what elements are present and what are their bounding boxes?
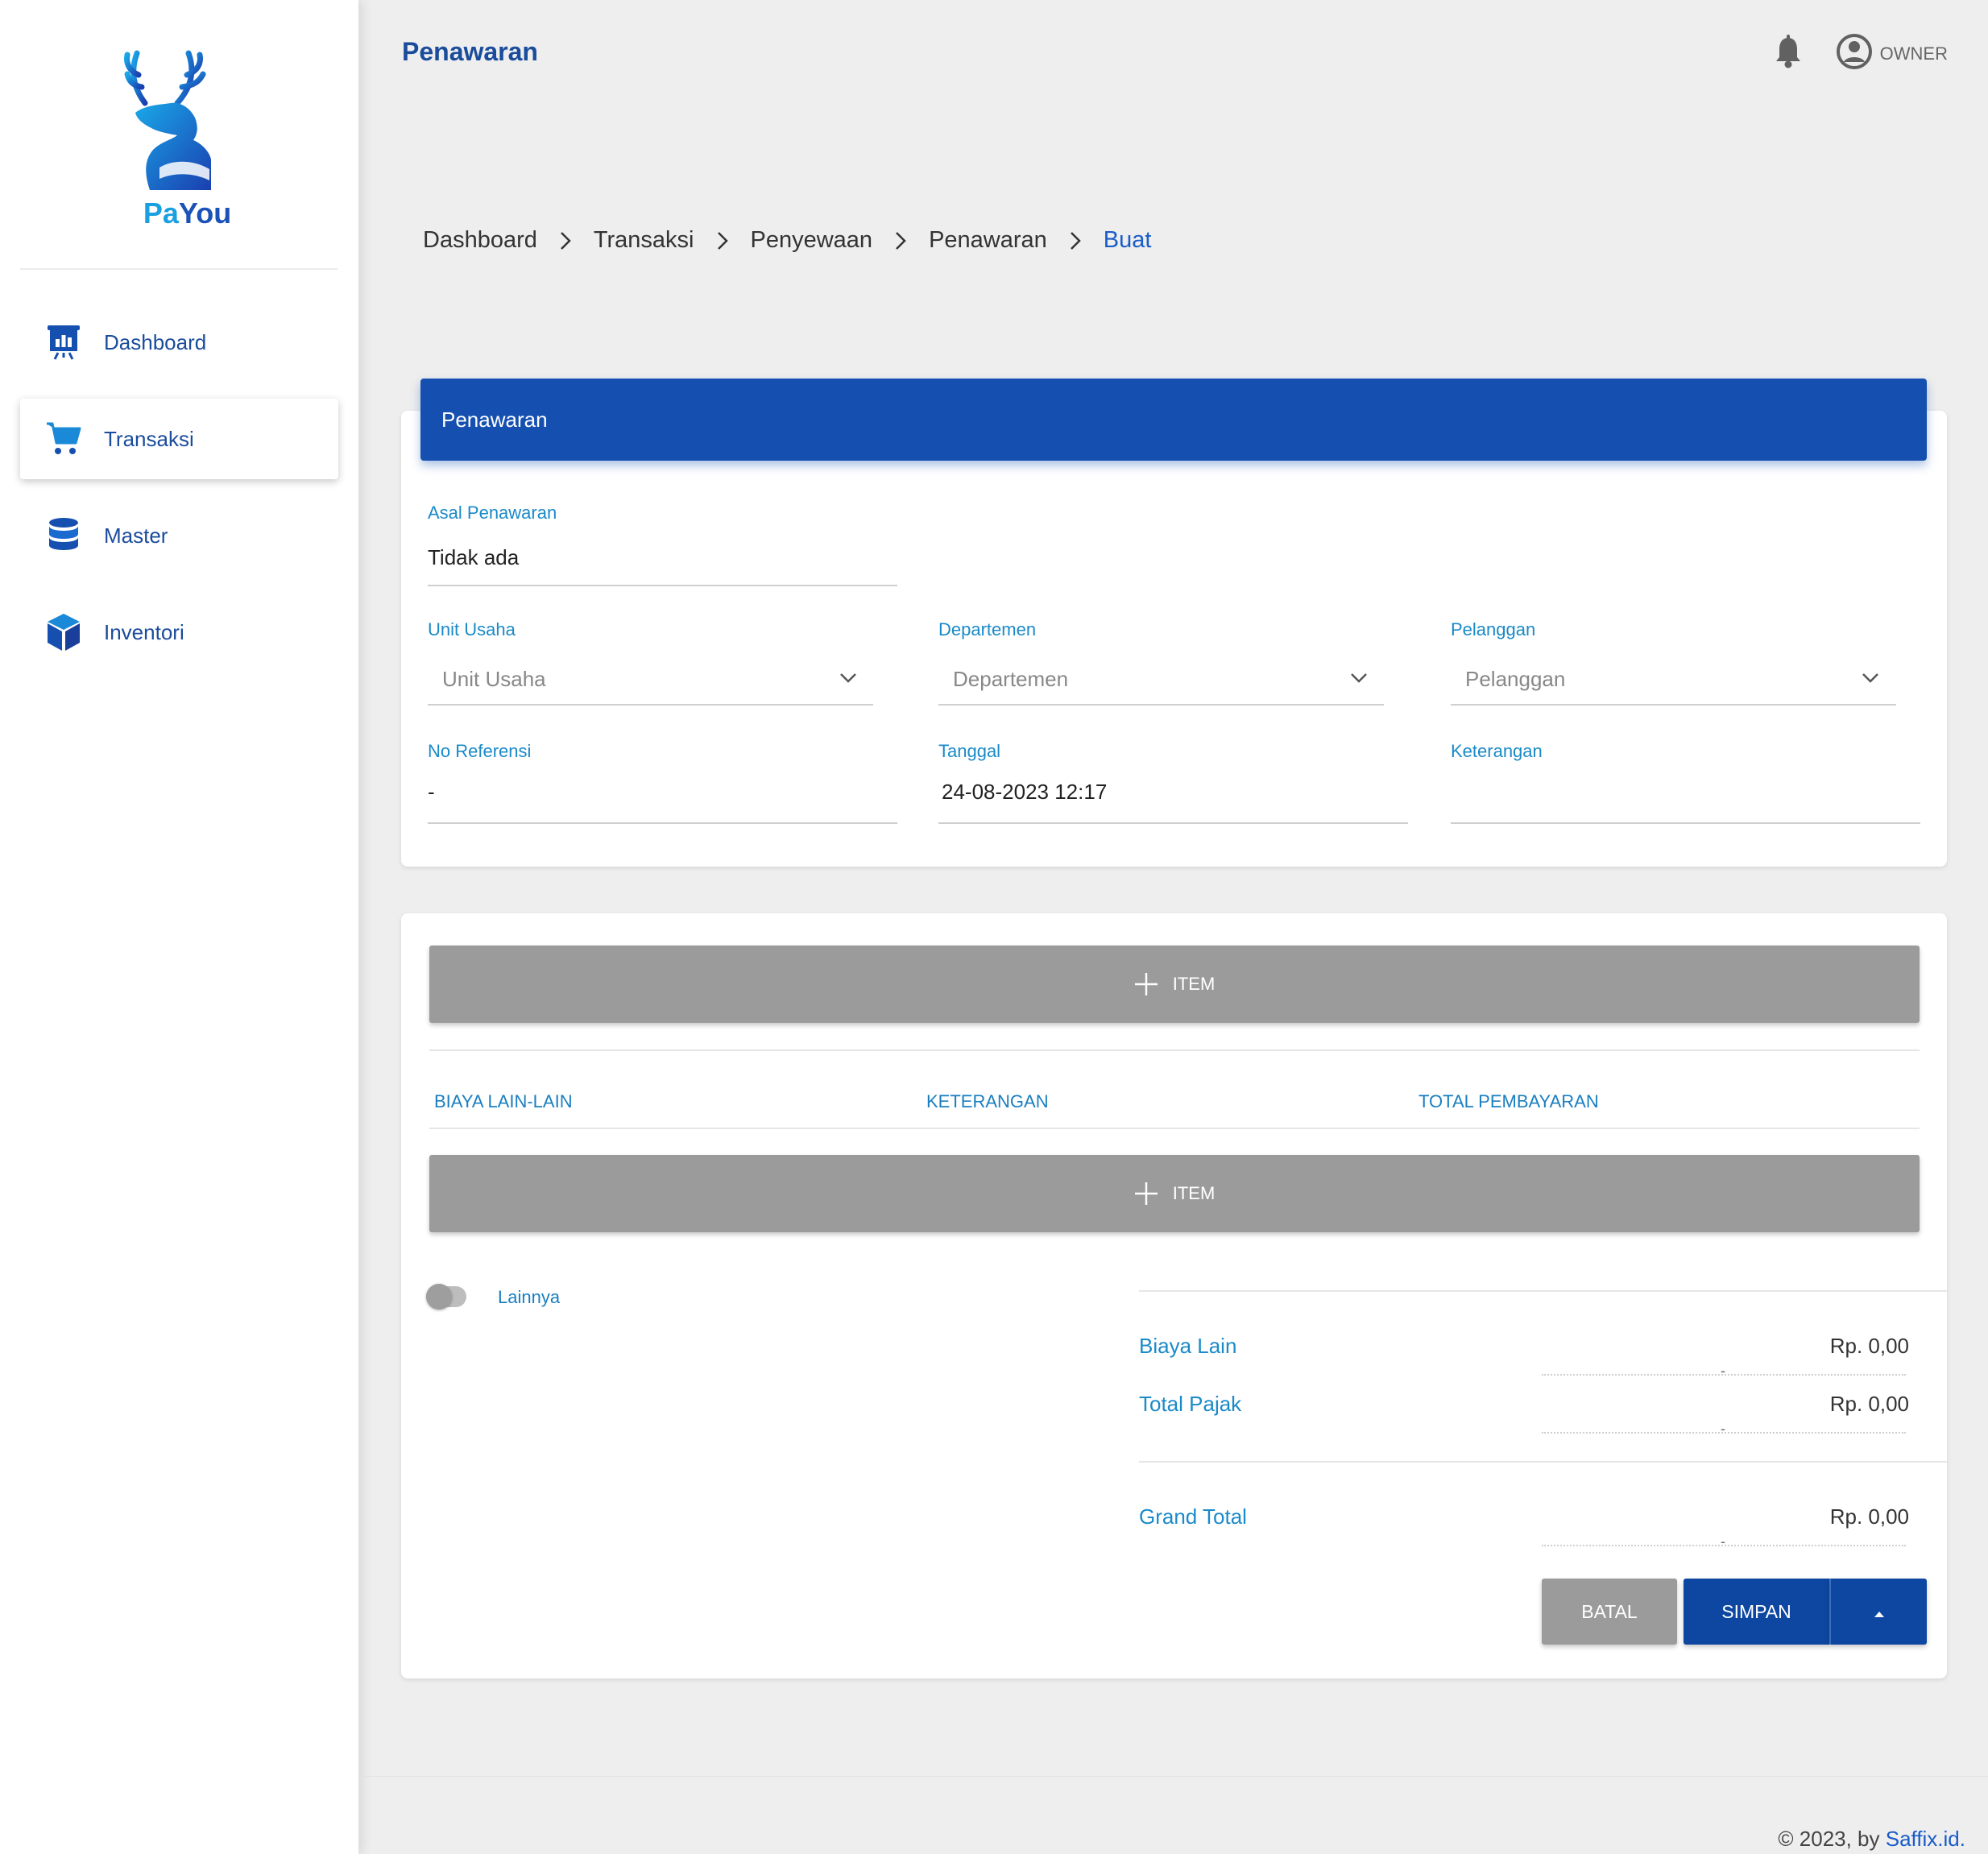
keterangan-label: Keterangan (1451, 741, 1543, 761)
header-actions: OWNER (1775, 34, 1948, 73)
sidebar-item-label: Dashboard (104, 329, 207, 354)
total-pajak-value: Rp. 0,00 (1829, 1392, 1909, 1416)
save-button[interactable]: SIMPAN (1684, 1579, 1829, 1645)
departemen-label: Departemen (938, 619, 1037, 639)
database-icon (41, 513, 86, 558)
column-header-keterangan: KETERANGAN (926, 1091, 1049, 1111)
sidebar-divider (20, 268, 338, 270)
toggle-knob (426, 1284, 452, 1310)
summary-top-divider (1139, 1290, 1947, 1292)
breadcrumb-item[interactable]: Dashboard (423, 227, 537, 254)
penawaran-form-card (401, 411, 1947, 867)
sidebar-item-label: Transaksi (104, 426, 194, 451)
cancel-button[interactable]: BATAL (1542, 1579, 1677, 1645)
sidebar-item-inventori[interactable]: Inventori (20, 592, 338, 672)
asal-penawaran-value[interactable]: Tidak ada (428, 545, 519, 570)
cart-icon (41, 416, 86, 461)
add-biaya-button[interactable]: ITEM (429, 1155, 1920, 1232)
lainnya-label: Lainnya (498, 1287, 561, 1307)
bell-icon[interactable] (1775, 35, 1801, 72)
breadcrumb: Dashboard Transaksi Penyewaan Penawaran … (423, 227, 1151, 254)
deer-logo-icon (124, 50, 211, 190)
departemen-underline (938, 704, 1384, 706)
biaya-lain-label: Biaya Lain (1139, 1334, 1237, 1358)
table-header-divider (429, 1128, 1920, 1129)
no-referensi-label: No Referensi (428, 741, 532, 761)
chevron-down-icon[interactable] (1350, 672, 1368, 688)
breadcrumb-item[interactable]: Penyewaan (751, 227, 873, 254)
plus-icon (1134, 972, 1158, 996)
tanggal-label: Tanggal (938, 741, 1001, 761)
add-item-label: ITEM (1172, 974, 1216, 994)
chevron-down-icon[interactable] (1862, 672, 1879, 688)
chevron-right-icon (895, 231, 906, 250)
sidebar: PaYou Dashboard Transaksi Master Invento… (0, 0, 358, 1854)
keterangan-underline (1451, 822, 1920, 824)
departemen-select[interactable]: Departemen (953, 667, 1068, 692)
main-content: Penawaran OWNER Dashboard Transaksi Peny… (358, 0, 1988, 1854)
user-avatar-icon[interactable] (1836, 34, 1872, 73)
chevron-right-icon (1070, 231, 1081, 250)
sidebar-item-master[interactable]: Master (20, 495, 338, 576)
pelanggan-select[interactable]: Pelanggan (1465, 667, 1565, 692)
unit-usaha-label: Unit Usaha (428, 619, 516, 639)
sidebar-item-transaksi[interactable]: Transaksi (20, 399, 338, 479)
items-card (401, 913, 1947, 1678)
unit-usaha-underline (428, 704, 873, 706)
biaya-lain-dash: - (1721, 1363, 1725, 1379)
asal-penawaran-underline (428, 585, 897, 586)
grand-total-label: Grand Total (1139, 1504, 1247, 1529)
pelanggan-underline (1451, 704, 1896, 706)
footer-link[interactable]: Saffix.id. (1886, 1827, 1965, 1851)
items-divider (429, 1049, 1920, 1051)
no-referensi-input[interactable]: - (428, 780, 435, 805)
save-options-button[interactable] (1829, 1579, 1927, 1645)
footer: © 2023, by Saffix.id. (1778, 1827, 1965, 1852)
column-header-total: TOTAL PEMBAYARAN (1419, 1091, 1599, 1111)
page-title: Penawaran (402, 37, 538, 66)
asal-penawaran-label: Asal Penawaran (428, 503, 557, 523)
chevron-right-icon (560, 231, 571, 250)
breadcrumb-item[interactable]: Penawaran (929, 227, 1047, 254)
column-header-biaya: BIAYA LAIN-LAIN (434, 1091, 573, 1111)
breadcrumb-current: Buat (1103, 227, 1152, 253)
unit-usaha-select[interactable]: Unit Usaha (442, 667, 546, 692)
box-icon (41, 610, 86, 655)
user-role-label[interactable]: OWNER (1880, 43, 1948, 64)
brand-logo[interactable]: PaYou (0, 32, 358, 242)
pelanggan-label: Pelanggan (1451, 619, 1536, 639)
form-card-header: Penawaran (420, 379, 1927, 461)
breadcrumb-item[interactable]: Transaksi (594, 227, 694, 254)
tanggal-underline (938, 822, 1408, 824)
plus-icon (1134, 1182, 1158, 1206)
total-pajak-label: Total Pajak (1139, 1392, 1242, 1416)
footer-divider (358, 1776, 1988, 1777)
sidebar-item-label: Master (104, 523, 168, 548)
grand-total-value: Rp. 0,00 (1829, 1504, 1909, 1529)
total-pajak-dash: - (1721, 1421, 1725, 1437)
summary-grand-divider (1139, 1461, 1947, 1463)
caret-up-icon (1874, 1601, 1885, 1623)
dashboard-chart-icon (41, 320, 86, 365)
biaya-lain-value: Rp. 0,00 (1829, 1334, 1909, 1358)
grand-total-dash: - (1721, 1533, 1725, 1550)
add-biaya-label: ITEM (1172, 1183, 1216, 1203)
chevron-right-icon (717, 231, 728, 250)
add-item-button[interactable]: ITEM (429, 946, 1920, 1023)
sidebar-item-label: Inventori (104, 619, 184, 644)
lainnya-toggle[interactable] (426, 1284, 466, 1310)
footer-copyright: © 2023, by (1778, 1827, 1886, 1851)
tanggal-input[interactable]: 24-08-2023 12:17 (942, 780, 1107, 805)
brand-name: PaYou (143, 197, 232, 230)
no-referensi-underline (428, 822, 897, 824)
sidebar-item-dashboard[interactable]: Dashboard (20, 302, 338, 383)
chevron-down-icon[interactable] (839, 672, 857, 688)
